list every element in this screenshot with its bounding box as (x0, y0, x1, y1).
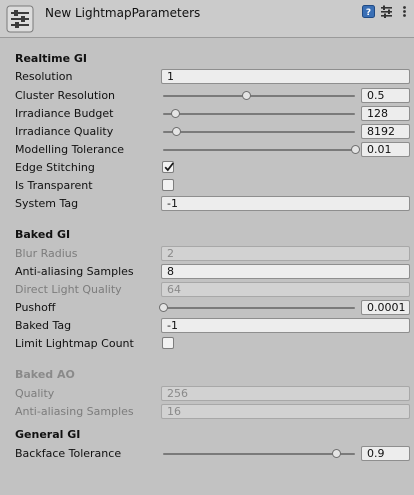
system-tag-field[interactable]: -1 (161, 196, 410, 211)
section-general-gi: General GI (15, 428, 81, 441)
preset-settings-icon[interactable] (380, 5, 393, 18)
row-is-transparent: Is Transparent (0, 177, 414, 195)
aa-samples-label: Anti-aliasing Samples (15, 265, 134, 278)
section-realtime-gi: Realtime GI (15, 52, 88, 65)
row-pushoff: Pushoff 0.0001 (0, 299, 414, 317)
modelling-tolerance-field[interactable]: 0.01 (361, 142, 410, 157)
row-direct-light-quality: Direct Light Quality 64 (0, 281, 414, 299)
svg-text:?: ? (366, 8, 371, 18)
modelling-tolerance-slider-track[interactable] (163, 149, 355, 151)
row-ao-aa-samples: Anti-aliasing Samples 16 (0, 403, 414, 421)
blur-radius-field: 2 (161, 246, 410, 261)
irradiance-budget-slider-track[interactable] (163, 113, 355, 115)
ao-quality-label: Quality (15, 387, 55, 400)
is-transparent-label: Is Transparent (15, 179, 93, 192)
aa-samples-field[interactable]: 8 (161, 264, 410, 279)
inspector-header: New LightmapParameters ? (0, 0, 414, 38)
cluster-resolution-slider-thumb[interactable] (241, 91, 251, 100)
ao-quality-field: 256 (161, 386, 410, 401)
row-irradiance-quality: Irradiance Quality 8192 (0, 123, 414, 141)
baked-tag-field[interactable]: -1 (161, 318, 410, 333)
row-system-tag: System Tag -1 (0, 195, 414, 213)
limit-lightmap-count-label: Limit Lightmap Count (15, 337, 134, 350)
lightmap-parameters-asset-icon (6, 5, 34, 33)
asset-title: New LightmapParameters (45, 6, 201, 20)
backface-tolerance-slider-thumb[interactable] (331, 449, 341, 458)
limit-lightmap-count-checkbox[interactable] (162, 337, 174, 349)
row-edge-stitching: Edge Stitching (0, 159, 414, 177)
irradiance-quality-label: Irradiance Quality (15, 125, 114, 138)
irradiance-quality-slider-track[interactable] (163, 131, 355, 133)
help-icon[interactable]: ? (362, 5, 375, 18)
ao-aa-samples-label: Anti-aliasing Samples (15, 405, 134, 418)
pushoff-label: Pushoff (15, 301, 56, 314)
backface-tolerance-field[interactable]: 0.9 (361, 446, 410, 461)
pushoff-field[interactable]: 0.0001 (361, 300, 410, 315)
row-cluster-resolution: Cluster Resolution 0.5 (0, 87, 414, 105)
system-tag-label: System Tag (15, 197, 79, 210)
row-blur-radius: Blur Radius 2 (0, 245, 414, 263)
pushoff-slider-track[interactable] (163, 307, 355, 309)
ao-aa-samples-field: 16 (161, 404, 410, 419)
direct-light-quality-field: 64 (161, 282, 410, 297)
cluster-resolution-label: Cluster Resolution (15, 89, 116, 102)
irradiance-quality-field[interactable]: 8192 (361, 124, 410, 139)
edge-stitching-checkbox[interactable] (162, 161, 174, 173)
row-ao-quality: Quality 256 (0, 385, 414, 403)
blur-radius-label: Blur Radius (15, 247, 78, 260)
more-options-icon[interactable] (398, 5, 411, 18)
row-modelling-tolerance: Modelling Tolerance 0.01 (0, 141, 414, 159)
row-aa-samples: Anti-aliasing Samples 8 (0, 263, 414, 281)
row-irradiance-budget: Irradiance Budget 128 (0, 105, 414, 123)
is-transparent-checkbox[interactable] (162, 179, 174, 191)
pushoff-slider-thumb[interactable] (159, 303, 168, 312)
section-baked-gi: Baked GI (15, 228, 71, 241)
row-resolution: Resolution 1 (0, 68, 414, 86)
backface-tolerance-slider-track[interactable] (163, 453, 355, 455)
row-limit-lightmap-count: Limit Lightmap Count (0, 335, 414, 353)
cluster-resolution-field[interactable]: 0.5 (361, 88, 410, 103)
irradiance-budget-label: Irradiance Budget (15, 107, 114, 120)
cluster-resolution-slider-track[interactable] (163, 95, 355, 97)
backface-tolerance-label: Backface Tolerance (15, 447, 122, 460)
row-baked-tag: Baked Tag -1 (0, 317, 414, 335)
modelling-tolerance-slider-thumb[interactable] (351, 145, 360, 154)
baked-tag-label: Baked Tag (15, 319, 72, 332)
irradiance-budget-slider-thumb[interactable] (170, 109, 180, 118)
edge-stitching-label: Edge Stitching (15, 161, 95, 174)
row-backface-tolerance: Backface Tolerance 0.9 (0, 445, 414, 463)
irradiance-quality-slider-thumb[interactable] (172, 127, 182, 136)
irradiance-budget-field[interactable]: 128 (361, 106, 410, 121)
direct-light-quality-label: Direct Light Quality (15, 283, 122, 296)
checkmark-icon (164, 162, 174, 172)
resolution-field[interactable]: 1 (161, 69, 410, 84)
modelling-tolerance-label: Modelling Tolerance (15, 143, 125, 156)
resolution-label: Resolution (15, 70, 73, 83)
section-baked-ao: Baked AO (15, 368, 75, 381)
